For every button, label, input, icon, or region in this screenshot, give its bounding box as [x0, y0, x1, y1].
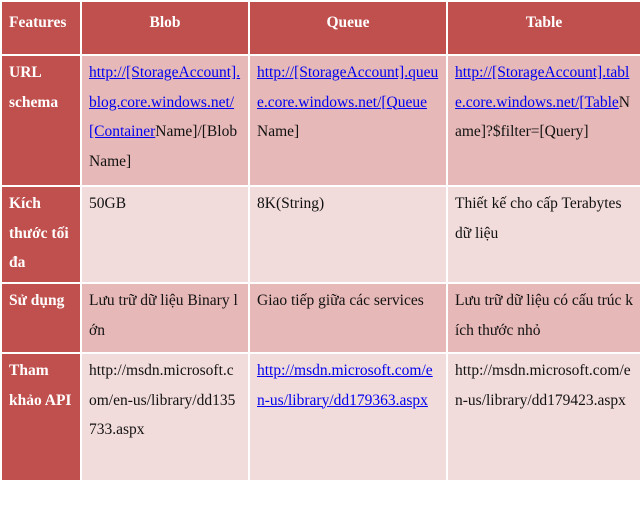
cell-queue-url: http://[StorageAccount].queue.core.windo… — [248, 54, 448, 187]
row-api-reference: Tham khảo API http://msdn.microsoft.com/… — [0, 352, 642, 482]
header-blob: Blob — [80, 0, 250, 56]
row-label-usage: Sử dụng — [0, 282, 82, 354]
cell-queue-size: 8K(String) — [248, 185, 448, 284]
header-table: Table — [446, 0, 642, 56]
cell-blob-api: http://msdn.microsoft.com/en-us/library/… — [80, 352, 250, 482]
cell-table-size: Thiết kế cho cấp Terabytes dữ liệu — [446, 185, 642, 284]
cell-blob-url: http://[StorageAccount].blog.core.window… — [80, 54, 250, 187]
row-label-api-reference: Tham khảo API — [0, 352, 82, 482]
cell-table-api: http://msdn.microsoft.com/en-us/library/… — [446, 352, 642, 482]
cell-table-usage: Lưu trữ dữ liệu có cấu trúc kích thước n… — [446, 282, 642, 354]
row-label-url-schema: URL schema — [0, 54, 82, 187]
queue-url-suffix: Name] — [257, 123, 300, 140]
row-max-size: Kích thước tối đa 50GB 8K(String) Thiết … — [0, 185, 642, 284]
header-row: Features Blob Queue Table — [0, 0, 642, 56]
header-features: Features — [0, 0, 82, 56]
cell-queue-usage: Giao tiếp giữa các services — [248, 282, 448, 354]
header-queue: Queue — [248, 0, 448, 56]
cell-blob-size: 50GB — [80, 185, 250, 284]
cell-blob-usage: Lưu trữ dữ liệu Binary lớn — [80, 282, 250, 354]
row-url-schema: URL schema http://[StorageAccount].blog.… — [0, 54, 642, 187]
features-table: Features Blob Queue Table URL schema htt… — [0, 0, 642, 482]
queue-url-link[interactable]: http://[StorageAccount].queue.core.windo… — [257, 64, 438, 111]
row-usage: Sử dụng Lưu trữ dữ liệu Binary lớn Giao … — [0, 282, 642, 354]
cell-table-url: http://[StorageAccount].table.core.windo… — [446, 54, 642, 187]
table-url-link[interactable]: http://[StorageAccount].table.core.windo… — [455, 64, 629, 111]
row-label-max-size: Kích thước tối đa — [0, 185, 82, 284]
queue-api-link[interactable]: http://msdn.microsoft.com/en-us/library/… — [257, 362, 433, 409]
cell-queue-api: http://msdn.microsoft.com/en-us/library/… — [248, 352, 448, 482]
